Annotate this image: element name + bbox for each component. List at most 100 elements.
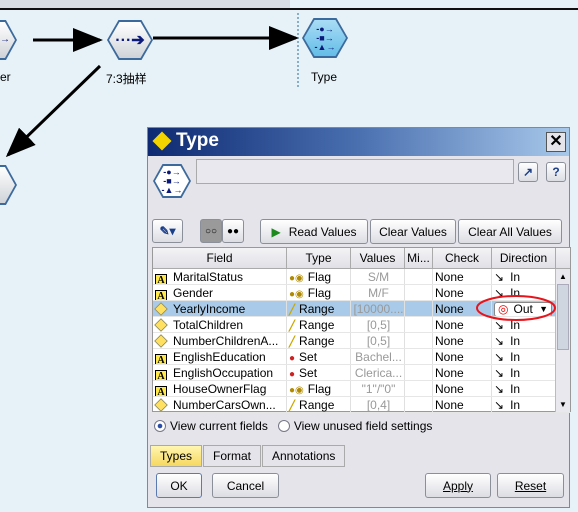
table-scrollbar[interactable]: ▲ ▼ — [555, 269, 570, 412]
sunglasses-icon: ●● — [226, 225, 240, 237]
help-button[interactable]: ? — [546, 162, 566, 182]
field-cell[interactable]: A HouseOwnerFlag — [153, 381, 287, 396]
values-cell[interactable]: Bachel... — [351, 349, 405, 364]
missing-cell[interactable] — [405, 285, 433, 300]
missing-cell[interactable] — [405, 317, 433, 332]
check-cell[interactable]: None — [433, 349, 492, 364]
values-cell[interactable]: [10000.... — [351, 301, 405, 316]
preview-button[interactable]: ↗ — [518, 162, 538, 182]
direction-cell[interactable]: ↘ In — [492, 397, 556, 412]
check-cell[interactable]: None — [433, 397, 492, 412]
cancel-button[interactable]: Cancel — [212, 473, 279, 498]
column-header-type[interactable]: Type — [287, 248, 351, 268]
field-cell[interactable]: A EnglishOccupation — [153, 365, 287, 380]
missing-cell[interactable] — [405, 301, 433, 316]
tab-format[interactable]: Format — [203, 445, 262, 467]
table-row[interactable]: A HouseOwnerFlag ●◉ Flag "1"/"0" None ↘ In — [153, 381, 570, 397]
column-header-missing[interactable]: Mi... — [405, 248, 433, 268]
scroll-thumb[interactable] — [557, 284, 569, 350]
values-cell[interactable]: S/M — [351, 269, 405, 284]
type-cell[interactable]: ● Set — [287, 365, 351, 380]
apply-button[interactable]: Apply — [425, 473, 491, 498]
scroll-up-arrow[interactable]: ▲ — [556, 269, 570, 284]
values-cell[interactable]: [0,5] — [351, 317, 405, 332]
set-icon: ● — [289, 369, 296, 380]
type-dialog: Type ✕ -●→ -■→ -▲→ ↗ ? ✎▾ ○○ ●● ▶ Read Valu… — [147, 127, 571, 508]
range-ruler-icon: ╱ — [289, 337, 296, 348]
missing-cell[interactable] — [405, 349, 433, 364]
close-button[interactable]: ✕ — [546, 132, 566, 152]
field-cell[interactable]: NumberCarsOwn... — [153, 397, 287, 412]
red-highlight-circle — [476, 295, 556, 321]
field-cell[interactable]: A MaritalStatus — [153, 269, 287, 284]
table-row[interactable]: A MaritalStatus ●◉ Flag S/M None ↘ In — [153, 269, 570, 285]
check-cell[interactable]: None — [433, 365, 492, 380]
annotation-field[interactable] — [196, 159, 514, 184]
arrow-in-icon: ↘ — [494, 398, 505, 412]
scroll-down-arrow[interactable]: ▼ — [556, 397, 570, 412]
reset-button[interactable]: Reset — [497, 473, 564, 498]
clear-values-button[interactable]: Clear Values — [370, 219, 456, 244]
table-header: Field Type Values Mi... Check Direction — [153, 248, 570, 269]
ok-button[interactable]: OK — [156, 473, 202, 498]
column-header-check[interactable]: Check — [433, 248, 492, 268]
direction-cell[interactable]: ↘ In — [492, 381, 556, 396]
direction-cell[interactable]: ↘ In — [492, 349, 556, 364]
table-row[interactable]: NumberChildrenA... ╱ Range [0,5] None ↘ In — [153, 333, 570, 349]
field-cell[interactable]: A Gender — [153, 285, 287, 300]
type-cell[interactable]: ╱ Range — [287, 317, 351, 332]
values-cell[interactable]: [0,4] — [351, 397, 405, 412]
wrench-icon: ✎▾ — [159, 224, 176, 238]
values-cell[interactable]: M/F — [351, 285, 405, 300]
direction-cell[interactable]: ↘ In — [492, 333, 556, 348]
type-cell[interactable]: ╱ Range — [287, 397, 351, 412]
missing-cell[interactable] — [405, 269, 433, 284]
table-row[interactable]: A EnglishOccupation ● Set Clerica... None ↘ In — [153, 365, 570, 381]
radio-view-unused[interactable] — [277, 420, 290, 432]
fields-table: Field Type Values Mi... Check Direction … — [152, 247, 571, 413]
type-cell[interactable]: ╱ Range — [287, 333, 351, 348]
direction-cell[interactable]: ↘ In — [492, 365, 556, 380]
tab-annotations[interactable]: Annotations — [262, 445, 346, 467]
dialog-titlebar[interactable]: Type ✕ — [148, 128, 569, 156]
values-cell[interactable]: "1"/"0" — [351, 381, 405, 396]
view-glasses-light-button[interactable]: ○○ — [200, 219, 222, 243]
type-cell[interactable]: ╱ Range — [287, 301, 351, 316]
view-glasses-dark-button[interactable]: ●● — [222, 219, 244, 243]
field-name: TotalChildren — [173, 318, 244, 332]
type-value: Range — [299, 302, 335, 316]
missing-cell[interactable] — [405, 397, 433, 412]
values-cell[interactable]: [0,5] — [351, 333, 405, 348]
missing-cell[interactable] — [405, 381, 433, 396]
type-cell[interactable]: ●◉ Flag — [287, 269, 351, 284]
type-cell[interactable]: ● Set — [287, 349, 351, 364]
check-cell[interactable]: None — [433, 381, 492, 396]
values-cell[interactable]: Clerica... — [351, 365, 405, 380]
direction-cell[interactable]: ↘ In — [492, 269, 556, 284]
check-cell[interactable]: None — [433, 333, 492, 348]
read-values-button[interactable]: ▶ Read Values — [260, 219, 368, 244]
column-header-values[interactable]: Values — [351, 248, 405, 268]
field-cell[interactable]: A EnglishEducation — [153, 349, 287, 364]
tools-menu-button[interactable]: ✎▾ — [152, 219, 183, 243]
field-cell[interactable]: NumberChildrenA... — [153, 333, 287, 348]
string-field-icon: A — [155, 370, 167, 380]
table-row[interactable]: NumberCarsOwn... ╱ Range [0,4] None ↘ In — [153, 397, 570, 413]
radio-view-current[interactable] — [154, 420, 166, 432]
type-cell[interactable]: ●◉ Flag — [287, 285, 351, 300]
column-header-field[interactable]: Field — [153, 248, 287, 268]
column-header-direction[interactable]: Direction — [492, 248, 556, 268]
radio-label[interactable]: View unused field settings — [294, 419, 433, 433]
missing-cell[interactable] — [405, 333, 433, 348]
type-cell[interactable]: ●◉ Flag — [287, 381, 351, 396]
field-cell[interactable]: TotalChildren — [153, 317, 287, 332]
radio-label[interactable]: View current fields — [170, 419, 268, 433]
clear-all-values-button[interactable]: Clear All Values — [458, 219, 562, 244]
missing-cell[interactable] — [405, 365, 433, 380]
check-cell[interactable]: None — [433, 269, 492, 284]
table-row[interactable]: A EnglishEducation ● Set Bachel... None ↘ In — [153, 349, 570, 365]
arrow-in-icon: ↘ — [494, 350, 505, 364]
field-name: NumberCarsOwn... — [173, 398, 276, 412]
tab-types[interactable]: Types — [150, 445, 203, 467]
field-cell[interactable]: YearlyIncome — [153, 301, 287, 316]
